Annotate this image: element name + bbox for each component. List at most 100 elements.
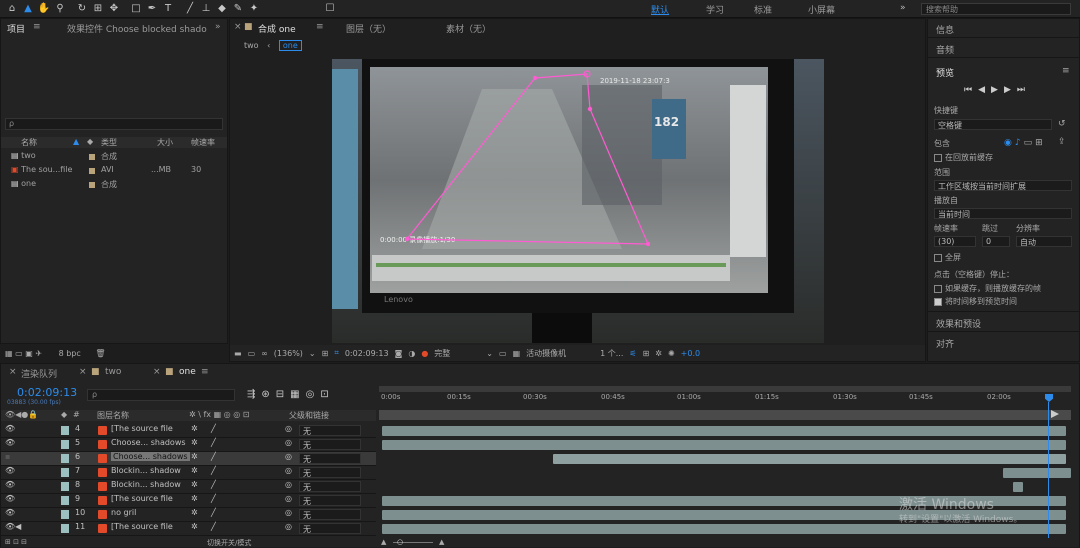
preview-menu-icon[interactable]: ≡	[1062, 66, 1070, 76]
pick-whip-icon[interactable]: ◎	[285, 522, 292, 531]
viewer-frame[interactable]: 2019-11-18 23:07:3 182 0:00:00 录像播放:1/30…	[332, 59, 824, 343]
resolution-chevron-icon[interactable]: ⌄	[486, 349, 493, 358]
align-section[interactable]: 对齐	[936, 337, 954, 350]
rectangle-tool-icon[interactable]: □	[128, 1, 144, 17]
layer-row[interactable]: 👁 5 Choose... shadows ✲ ╱ ◎ 无	[1, 438, 376, 452]
zoom-out-icon[interactable]: ▲	[381, 538, 386, 546]
zoom-chevron-icon[interactable]: ⌄	[309, 349, 316, 358]
shy-switch-icon[interactable]: ✲	[191, 438, 198, 447]
transparency-grid-icon[interactable]: ▦	[513, 349, 521, 358]
pick-whip-icon[interactable]: ◎	[285, 452, 292, 461]
first-frame-icon[interactable]: ⏮	[964, 85, 978, 95]
workspace-standard[interactable]: 标准	[754, 3, 772, 16]
exposure-value[interactable]: +0.0	[681, 349, 700, 358]
resolution-dropdown[interactable]: 自动	[1016, 236, 1072, 247]
playhead-line[interactable]	[1048, 402, 1049, 538]
comp-tab[interactable]: 合成 one	[258, 22, 296, 35]
layer-row[interactable]: 👁 10 no gril ✲ ╱ ◎ 无	[1, 508, 376, 522]
parent-dropdown[interactable]: 无	[299, 467, 361, 478]
reset-icon[interactable]: ↺	[1058, 119, 1066, 129]
stamp-tool-icon[interactable]: ⊥	[198, 1, 214, 17]
bpc-label[interactable]: 8 bpc	[59, 349, 81, 358]
eye-icon[interactable]: ▪	[5, 452, 10, 461]
parent-dropdown[interactable]: 无	[299, 439, 361, 450]
col-size[interactable]: 大小	[157, 137, 173, 148]
close-tab-icon[interactable]: ×	[9, 367, 17, 377]
pan-tool-icon[interactable]: ✥	[106, 1, 122, 17]
workspace-default[interactable]: 默认	[651, 3, 669, 16]
new-comp-icon[interactable]: ▣	[25, 349, 33, 358]
views-dropdown[interactable]: 1 个...	[600, 348, 623, 359]
more-workspaces-icon[interactable]: »	[900, 3, 906, 13]
trash-icon[interactable]: 🗑	[95, 349, 105, 358]
layer-track[interactable]	[1003, 468, 1071, 478]
col-fps[interactable]: 帧速率	[191, 137, 215, 148]
timeline-tab-two[interactable]: two	[105, 367, 121, 377]
pick-whip-icon[interactable]: ◎	[285, 494, 292, 503]
interpret-icon[interactable]: ▦	[5, 349, 13, 358]
frame-blend-icon[interactable]: ▦	[290, 389, 305, 400]
quality-switch-icon[interactable]: ╱	[211, 466, 216, 475]
video-toggle-icon[interactable]: ◉	[1004, 138, 1015, 148]
brush-tool-icon[interactable]: ╱	[182, 1, 198, 17]
move-time-checkbox[interactable]: 将时间移到预览时间	[934, 296, 1017, 307]
hand-tool-icon[interactable]: ✋	[36, 1, 52, 17]
close-tab-icon[interactable]: ×	[79, 367, 87, 377]
timeline-icon[interactable]: ⊞	[643, 349, 650, 358]
pick-whip-icon[interactable]: ◎	[285, 424, 292, 433]
current-time-display[interactable]: 0:02:09:13	[345, 349, 389, 358]
last-frame-icon[interactable]: ⏭	[1017, 85, 1031, 95]
pick-whip-icon[interactable]: ◎	[285, 438, 292, 447]
cache-checkbox[interactable]: 在回放前缓存	[934, 152, 993, 163]
play-from-dropdown[interactable]: 当前时间	[934, 208, 1072, 219]
comp-menu-icon[interactable]: ≡	[316, 22, 324, 32]
eye-icon[interactable]: 👁	[5, 438, 15, 447]
camera-dropdown[interactable]: 活动摄像机	[526, 348, 594, 359]
exposure-icon[interactable]: ✺	[668, 349, 675, 358]
flowchart-icon[interactable]: ✈	[35, 349, 42, 358]
sort-arrow-icon[interactable]: ▲	[73, 137, 79, 146]
mask-vertex[interactable]	[587, 106, 593, 112]
shy-icon[interactable]: ⊟	[276, 389, 290, 400]
layer-row[interactable]: 👁 7 Blockin... shadow ✲ ╱ ◎ 无	[1, 466, 376, 480]
col-type[interactable]: 类型	[101, 137, 117, 148]
layer-row[interactable]: 👁 8 Blockin... shadow ✲ ╱ ◎ 无	[1, 480, 376, 494]
if-cache-checkbox[interactable]: 如果缓存，则播放缓存的帧	[934, 283, 1041, 294]
fast-preview-icon[interactable]: ⚟	[629, 349, 636, 358]
home-icon[interactable]: ⌂	[4, 1, 20, 17]
resolution-dropdown[interactable]: 完整	[434, 348, 480, 359]
info-section[interactable]: 信息	[936, 23, 954, 36]
type-tool-icon[interactable]: T	[160, 1, 176, 17]
camera-tool-icon[interactable]: ⊞	[90, 1, 106, 17]
quality-switch-icon[interactable]: ╱	[211, 424, 216, 433]
channel-icon[interactable]: ●	[421, 349, 428, 358]
mask-path[interactable]	[332, 59, 824, 343]
zoom-tool-icon[interactable]: ⚲	[52, 1, 68, 17]
shy-switch-icon[interactable]: ✲	[191, 508, 198, 517]
overlay-toggle-icon[interactable]: ▭	[1024, 138, 1036, 148]
layer-controls-icon[interactable]: ⊞	[1035, 138, 1046, 148]
project-item[interactable]: ▣ The sou...file AVI ...MB 30	[11, 165, 221, 178]
shy-switch-icon[interactable]: ✲	[191, 424, 198, 433]
play-icon[interactable]: ▶	[991, 85, 1004, 95]
mask-visibility-icon[interactable]: ⌗	[334, 348, 339, 358]
draft-3d-icon[interactable]: ⊛	[261, 389, 275, 400]
fps-dropdown[interactable]: (30)	[934, 236, 976, 247]
safe-margins-icon[interactable]: ▭	[248, 349, 256, 358]
work-area-bar[interactable]	[379, 386, 1071, 392]
zoom-slider[interactable]: ○	[397, 538, 403, 546]
help-search-input[interactable]: 搜索帮助	[921, 3, 1071, 15]
pick-whip-icon[interactable]: ◎	[285, 480, 292, 489]
shy-switch-icon[interactable]: ✲	[191, 494, 198, 503]
puppet-tool-icon[interactable]: ✦	[246, 1, 262, 17]
parent-dropdown[interactable]: 无	[299, 425, 361, 436]
close-tab-icon[interactable]: ×	[153, 367, 161, 377]
layer-row[interactable]: 👁 9 [The source file ✲ ╱ ◎ 无	[1, 494, 376, 508]
range-dropdown[interactable]: 工作区域按当前时间扩展	[934, 180, 1072, 191]
rotate-tool-icon[interactable]: ↻	[74, 1, 90, 17]
parent-dropdown[interactable]: 无	[299, 523, 361, 534]
roto-tool-icon[interactable]: ✎	[230, 1, 246, 17]
shy-switch-icon[interactable]: ✲	[191, 522, 198, 531]
crumb-one[interactable]: one	[278, 40, 302, 51]
audio-toggle-icon[interactable]: ♪	[1015, 138, 1024, 148]
